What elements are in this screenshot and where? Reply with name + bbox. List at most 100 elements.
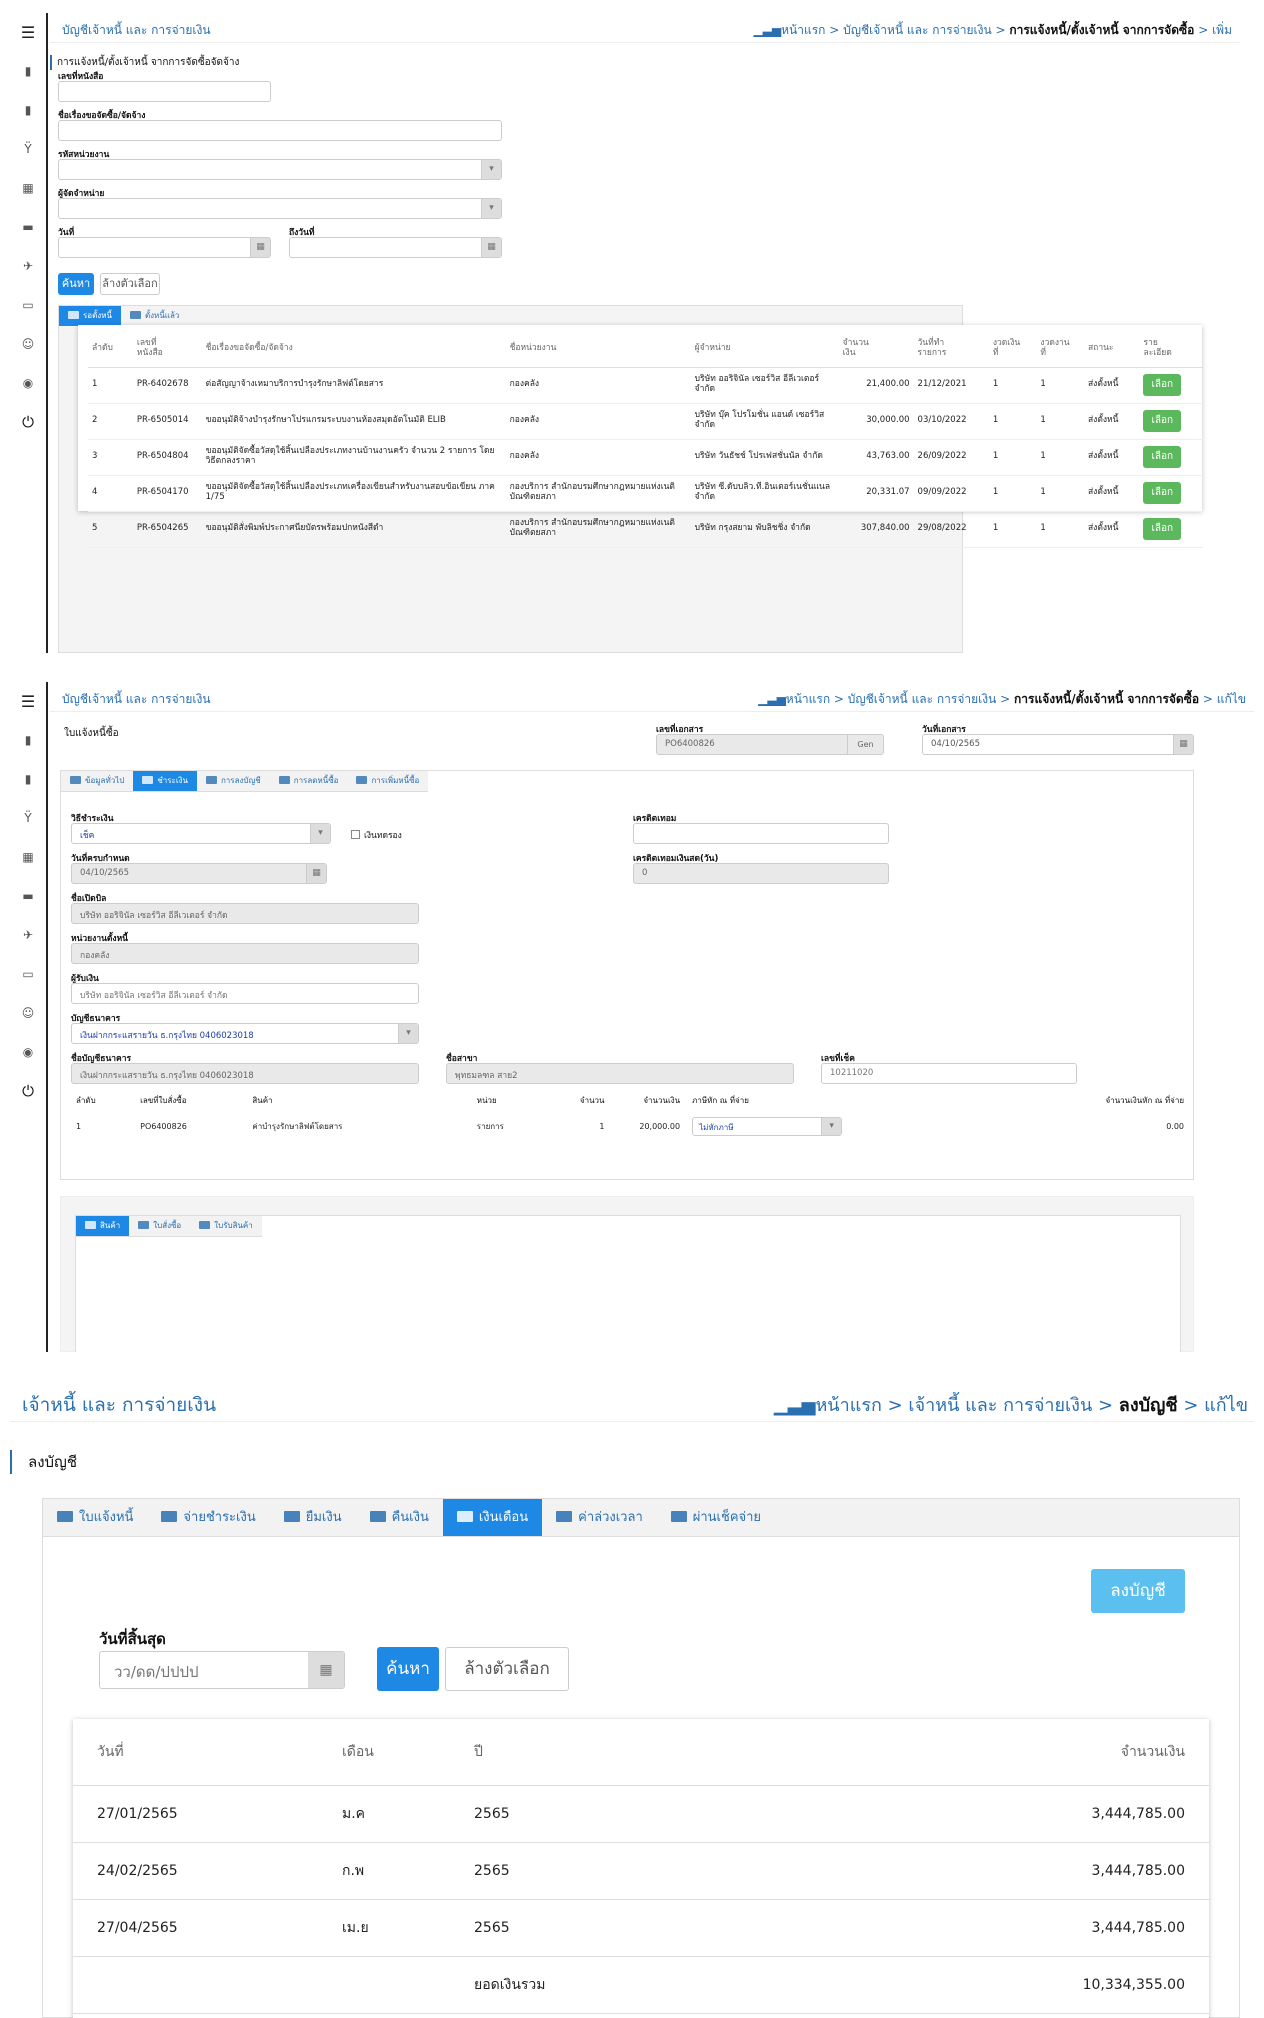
pay-method-select[interactable]: เช็ค ▾ <box>71 823 331 844</box>
post-ledger-button[interactable]: ลงบัญชี <box>1091 1569 1185 1613</box>
tab-ledger-5[interactable]: ค่าล่วงเวลา <box>542 1499 657 1536</box>
breadcrumb-home[interactable]: หน้าแรก <box>781 23 825 37</box>
breadcrumb-current: การแจ้งหนี้/ตั้งเจ้าหนี้ จากการจัดซื้อ <box>1009 23 1195 37</box>
doc-no-input[interactable] <box>58 81 271 102</box>
ledger-tabs: ใบแจ้งหนี้ จ่ายชำระเงิน ยืมเงิน คืนเงิน เงิน… <box>43 1499 1239 1537</box>
plane-icon[interactable]: ✈ <box>10 916 46 955</box>
users-icon[interactable]: ☺ <box>10 994 46 1033</box>
breadcrumb: ▁▃▅หน้าแรก > เจ้าหนี้ และ การจ่ายเงิน > … <box>773 1395 1248 1416</box>
power-icon[interactable]: ⏻ <box>10 403 46 442</box>
table-cell: เลือก <box>1139 403 1203 440</box>
tab-invoice-1[interactable]: ชำระเงิน <box>133 771 197 791</box>
calendar-icon[interactable]: ▦ <box>481 238 501 257</box>
breadcrumb-home[interactable]: หน้าแรก <box>786 692 830 706</box>
column-header: วันที่ทำ รายการ <box>913 331 989 368</box>
breadcrumb-module[interactable]: บัญชีเจ้าหนี้ และ การจ่ายเงิน <box>848 692 997 706</box>
tab-label: ใบรับสินค้า <box>214 1221 253 1230</box>
tab-invoice-2[interactable]: การลงบัญชี <box>197 771 270 791</box>
clear-button[interactable]: ล้างตัวเลือก <box>445 1647 569 1691</box>
tab-ledger-4[interactable]: เงินเดือน <box>442 1499 543 1536</box>
truck-icon[interactable]: ▬ <box>10 877 46 916</box>
date-from-input[interactable]: ▦ <box>58 237 271 258</box>
tab-done[interactable]: ตั้งหนี้แล้ว <box>121 306 188 326</box>
select-button[interactable]: เลือก <box>1143 410 1182 432</box>
unit-code-select[interactable]: ▾ <box>58 159 502 180</box>
hamburger-menu-icon[interactable]: ☰ <box>10 13 46 52</box>
table-cell: รายการ <box>476 1121 504 1131</box>
table-cell: 4 <box>88 475 133 512</box>
chevron-down-icon[interactable]: ▾ <box>398 1024 418 1043</box>
tab-ledger-3[interactable]: คืนเงิน <box>356 1499 443 1536</box>
ledger-icon[interactable]: ▮ <box>10 91 46 130</box>
subject-input[interactable] <box>58 120 502 141</box>
plane-icon[interactable]: ✈ <box>10 247 46 286</box>
tab-invoice-3[interactable]: การลดหนี้ซื้อ <box>270 771 348 791</box>
power-icon[interactable]: ⏻ <box>10 1072 46 1111</box>
select-button[interactable]: เลือก <box>1143 446 1182 468</box>
clear-button[interactable]: ล้างตัวเลือก <box>100 273 160 295</box>
gen-button[interactable]: Gen <box>847 735 883 754</box>
tab-items-2[interactable]: ใบรับสินค้า <box>190 1216 262 1236</box>
book-icon[interactable]: ▮ <box>10 721 46 760</box>
tab-ledger-2[interactable]: ยืมเงิน <box>270 1499 356 1536</box>
card-icon[interactable]: ▭ <box>10 955 46 994</box>
book-icon[interactable]: ▮ <box>10 52 46 91</box>
tab-ledger-6[interactable]: ผ่านเช็คจ่าย <box>657 1499 775 1536</box>
users-icon[interactable]: ☺ <box>10 325 46 364</box>
breadcrumb: ▁▃▅หน้าแรก > บัญชีเจ้าหนี้ และ การจ่ายเง… <box>758 692 1246 706</box>
tab-label: คืนเงิน <box>391 1510 429 1525</box>
open-name-field: บริษัท ออริจินัล เซอร์วิส อีลีเวเตอร์ จำ… <box>71 903 419 924</box>
eye-icon[interactable]: ◉ <box>10 1033 46 1072</box>
checkbox-icon[interactable] <box>351 830 360 839</box>
tab-pending[interactable]: รอตั้งหนี้ <box>59 306 121 326</box>
doc-date-input[interactable]: 04/10/2565 ▦ <box>922 734 1194 755</box>
tab-ledger-1[interactable]: จ่ายชำระเงิน <box>147 1499 269 1536</box>
date-to-input[interactable]: ▦ <box>289 237 502 258</box>
end-date-input[interactable]: วว/ดด/ปปปป ▦ <box>99 1651 345 1689</box>
tax-select[interactable]: ไม่หักภาษี ▾ <box>692 1116 843 1136</box>
bank-acc-select[interactable]: เงินฝากกระแสรายวัน ธ.กรุงไทย 0406023018 ▾ <box>71 1023 419 1044</box>
chevron-down-icon[interactable]: ▾ <box>481 160 501 179</box>
search-button[interactable]: ค้นหา <box>377 1647 439 1691</box>
card-icon[interactable]: ▭ <box>10 286 46 325</box>
chevron-down-icon[interactable]: ▾ <box>310 824 330 843</box>
breadcrumb-edit[interactable]: แก้ไข <box>1217 692 1246 706</box>
select-button[interactable]: เลือก <box>1143 518 1182 540</box>
tab-items-1[interactable]: ใบสั่งซื้อ <box>129 1216 190 1236</box>
table-icon[interactable]: ▦ <box>10 169 46 208</box>
table-cell: 5 <box>88 511 133 548</box>
select-button[interactable]: เลือก <box>1143 374 1182 396</box>
id-card-icon <box>129 311 141 319</box>
chevron-down-icon[interactable]: ▾ <box>481 199 501 218</box>
hamburger-menu-icon[interactable]: ☰ <box>10 682 46 721</box>
table-cell: 1 <box>988 475 1037 512</box>
vendor-select[interactable]: ▾ <box>58 198 502 219</box>
breadcrumb-edit[interactable]: แก้ไข <box>1204 1395 1248 1416</box>
glass-icon[interactable]: Ÿ <box>10 130 46 169</box>
tab-items-0[interactable]: สินค้า <box>76 1216 130 1236</box>
breadcrumb-home[interactable]: หน้าแรก <box>815 1395 881 1416</box>
calendar-icon[interactable]: ▦ <box>250 238 270 257</box>
tab-invoice-0[interactable]: ข้อมูลทั่วไป <box>61 771 133 791</box>
search-button[interactable]: ค้นหา <box>58 273 94 295</box>
payee-input[interactable]: บริษัท ออริจินัล เซอร์วิส อีลีเวเตอร์ จำ… <box>71 983 419 1004</box>
breadcrumb-module[interactable]: บัญชีเจ้าหนี้ และ การจ่ายเงิน <box>843 23 992 37</box>
breadcrumb-module[interactable]: เจ้าหนี้ และ การจ่ายเงิน <box>908 1395 1092 1416</box>
advance-checkbox[interactable]: เงินทดรอง <box>351 828 402 842</box>
tab-ledger-0[interactable]: ใบแจ้งหนี้ <box>43 1499 147 1536</box>
calendar-icon[interactable]: ▦ <box>1173 735 1193 754</box>
chevron-down-icon[interactable]: ▾ <box>821 1117 842 1135</box>
cheque-input[interactable]: 10211020 <box>821 1063 1077 1084</box>
tab-invoice-4[interactable]: การเพิ่มหนี้ซื้อ <box>347 771 428 791</box>
ledger-icon[interactable]: ▮ <box>10 760 46 799</box>
select-button[interactable]: เลือก <box>1143 482 1182 504</box>
glass-icon[interactable]: Ÿ <box>10 799 46 838</box>
breadcrumb-add[interactable]: เพิ่ม <box>1212 23 1232 37</box>
table-cell: 1 <box>988 511 1037 548</box>
credit-input[interactable] <box>633 823 889 844</box>
eye-icon[interactable]: ◉ <box>10 364 46 403</box>
calendar-icon[interactable]: ▦ <box>308 1652 344 1688</box>
truck-icon[interactable]: ▬ <box>10 208 46 247</box>
table-icon[interactable]: ▦ <box>10 838 46 877</box>
column-header: หน่วย <box>476 1095 497 1105</box>
